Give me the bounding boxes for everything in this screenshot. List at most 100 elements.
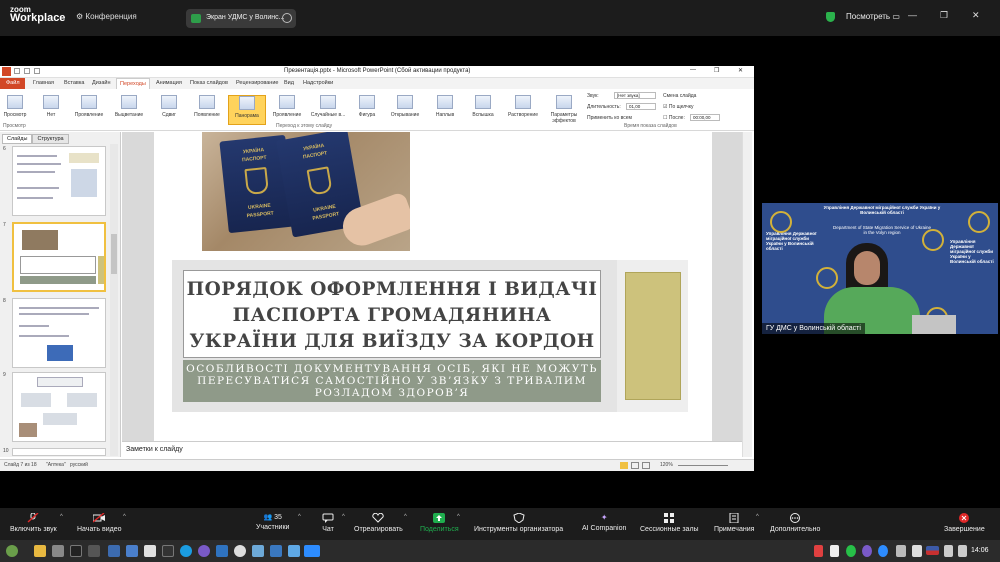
- react-button[interactable]: Отреагировать: [354, 513, 403, 533]
- slides-scrollbar[interactable]: [110, 144, 118, 456]
- slide-thumbnail-10[interactable]: [12, 448, 106, 456]
- viber-tray-icon[interactable]: [862, 545, 872, 557]
- app-icon[interactable]: [270, 545, 282, 557]
- effect-options-button[interactable]: Параметры эффектов: [548, 95, 580, 125]
- screen-share-pill[interactable]: Экран УДМС у Волинс...: [186, 9, 296, 28]
- normal-view-icon[interactable]: [620, 462, 628, 469]
- notes-button[interactable]: Примечания: [714, 513, 754, 533]
- transition-cover[interactable]: Наплыв: [428, 95, 462, 125]
- tab-home[interactable]: Главная: [33, 80, 54, 86]
- file-manager-icon[interactable]: [34, 545, 46, 557]
- edge-browser-icon[interactable]: [180, 545, 192, 557]
- transition-random[interactable]: Случайные в...: [308, 95, 348, 125]
- after-input[interactable]: 00:00,00: [690, 114, 720, 121]
- breakout-rooms-button[interactable]: Сессионные залы: [640, 513, 699, 533]
- ppt-close-icon[interactable]: ✕: [738, 67, 743, 74]
- printer-icon[interactable]: [896, 545, 906, 557]
- app-icon[interactable]: [252, 545, 264, 557]
- app-icon[interactable]: [288, 545, 300, 557]
- start-video-button[interactable]: Начать видео: [77, 513, 121, 533]
- app-icon[interactable]: [234, 545, 246, 557]
- app-icon[interactable]: [216, 545, 228, 557]
- tray-icon[interactable]: [830, 545, 839, 557]
- tab-outline[interactable]: Структура: [32, 134, 69, 144]
- transition-none[interactable]: Нет: [34, 95, 68, 125]
- apply-all-button[interactable]: Применить ко всем: [587, 115, 632, 121]
- whatsapp-icon[interactable]: [846, 545, 856, 557]
- transition-dissolve[interactable]: Растворение: [504, 95, 542, 125]
- redo-icon[interactable]: [34, 68, 40, 74]
- tab-animation[interactable]: Анимация: [156, 80, 182, 86]
- duration-input[interactable]: 01,00: [626, 103, 656, 110]
- share-caret[interactable]: ^: [457, 514, 460, 520]
- tab-addins[interactable]: Надстройки: [303, 80, 333, 86]
- tab-design[interactable]: Дизайн: [92, 80, 111, 86]
- transition-shape[interactable]: Фигура: [350, 95, 384, 125]
- chat-button[interactable]: Чат: [322, 513, 334, 533]
- network-icon[interactable]: [944, 545, 953, 557]
- transition-fade[interactable]: Проявление: [72, 95, 106, 125]
- slide-thumbnail-7[interactable]: [12, 222, 106, 292]
- react-caret[interactable]: ^: [404, 514, 407, 520]
- ppt-minimize-icon[interactable]: —: [690, 67, 696, 73]
- slide-subtitle-box[interactable]: ОСОБЛИВОСТІ ДОКУМЕНТУВАННЯ ОСІБ, ЯКІ НЕ …: [183, 360, 601, 402]
- terminal-icon[interactable]: [70, 545, 82, 557]
- volume-icon[interactable]: [958, 545, 967, 557]
- more-button[interactable]: Дополнительно: [770, 513, 820, 533]
- save-icon[interactable]: [14, 68, 20, 74]
- start-menu-icon[interactable]: [6, 545, 18, 557]
- slide-thumbnail-8[interactable]: [12, 298, 106, 368]
- tab-review[interactable]: Рецензирование: [236, 80, 278, 86]
- participants-button[interactable]: 👥 35 Участники: [256, 513, 289, 531]
- end-meeting-button[interactable]: Завершение: [944, 513, 985, 533]
- slide-thumbnail-6[interactable]: [12, 146, 106, 216]
- notes-caret[interactable]: ^: [756, 514, 759, 520]
- speaker-video[interactable]: Управління Державної міграційної служби …: [762, 203, 998, 334]
- undo-icon[interactable]: [24, 68, 30, 74]
- app-icon[interactable]: [52, 545, 64, 557]
- viber-icon[interactable]: [198, 545, 210, 557]
- on-click-checkbox[interactable]: ☑ По щелчку: [663, 104, 693, 110]
- mail-icon[interactable]: [126, 545, 138, 557]
- maximize-icon[interactable]: ❐: [940, 10, 948, 21]
- after-checkbox[interactable]: ☐ После:: [663, 115, 685, 121]
- slide-title-box[interactable]: ПОРЯДОК ОФОРМЛЕННЯ І ВИДАЧІ ПАСПОРТА ГРО…: [183, 270, 601, 358]
- app-icon[interactable]: [88, 545, 100, 557]
- transition-pan[interactable]: Панорама: [228, 95, 266, 125]
- unmute-button[interactable]: Включить звук: [10, 513, 57, 533]
- transition-flash[interactable]: Вспышка: [466, 95, 500, 125]
- share-button[interactable]: Поделиться: [420, 513, 459, 533]
- audio-options-caret[interactable]: ^: [60, 514, 63, 520]
- transition-push[interactable]: Сдвиг: [152, 95, 186, 125]
- tray-icon[interactable]: [814, 545, 823, 557]
- transition-reveal[interactable]: Проявление: [270, 95, 304, 125]
- tab-transitions[interactable]: Переходы: [116, 78, 150, 89]
- slides-scroll-thumb[interactable]: [111, 234, 117, 274]
- zoom-slider[interactable]: [678, 465, 728, 466]
- video-options-caret[interactable]: ^: [123, 514, 126, 520]
- ai-companion-button[interactable]: ✦ AI Companion: [582, 513, 626, 532]
- sorter-view-icon[interactable]: [631, 462, 639, 469]
- app-icon[interactable]: [162, 545, 174, 557]
- window-switcher-icon[interactable]: [108, 545, 120, 557]
- transition-appear[interactable]: Появление: [190, 95, 224, 125]
- sound-select[interactable]: [Нет звука]: [614, 92, 656, 99]
- minimize-icon[interactable]: —: [908, 10, 917, 20]
- zoom-tray-icon[interactable]: [878, 545, 888, 557]
- slide-scrollbar[interactable]: [742, 132, 752, 457]
- tab-file[interactable]: Файл: [0, 78, 25, 89]
- ppt-restore-icon[interactable]: ❐: [714, 67, 719, 74]
- reading-view-icon[interactable]: [642, 462, 650, 469]
- zoom-app-icon[interactable]: [304, 545, 320, 557]
- transition-wipe[interactable]: Выцветание: [112, 95, 146, 125]
- view-button[interactable]: Посмотреть ▭: [846, 12, 900, 21]
- transition-uncover[interactable]: Открывание: [386, 95, 424, 125]
- close-window-icon[interactable]: ✕: [972, 10, 980, 21]
- tray-icon[interactable]: [912, 545, 922, 557]
- tab-slideshow[interactable]: Показ слайдов: [190, 80, 228, 86]
- tab-insert[interactable]: Вставка: [64, 80, 84, 86]
- host-tools-button[interactable]: Инструменты организатора: [474, 513, 563, 533]
- conference-label[interactable]: ⚙ Конференция: [76, 12, 137, 21]
- keyboard-layout-icon[interactable]: [926, 546, 939, 555]
- current-slide[interactable]: УКРАЇНА ПАСПОРТ UKRAINE PASSPORT УКРАЇНА…: [154, 132, 712, 441]
